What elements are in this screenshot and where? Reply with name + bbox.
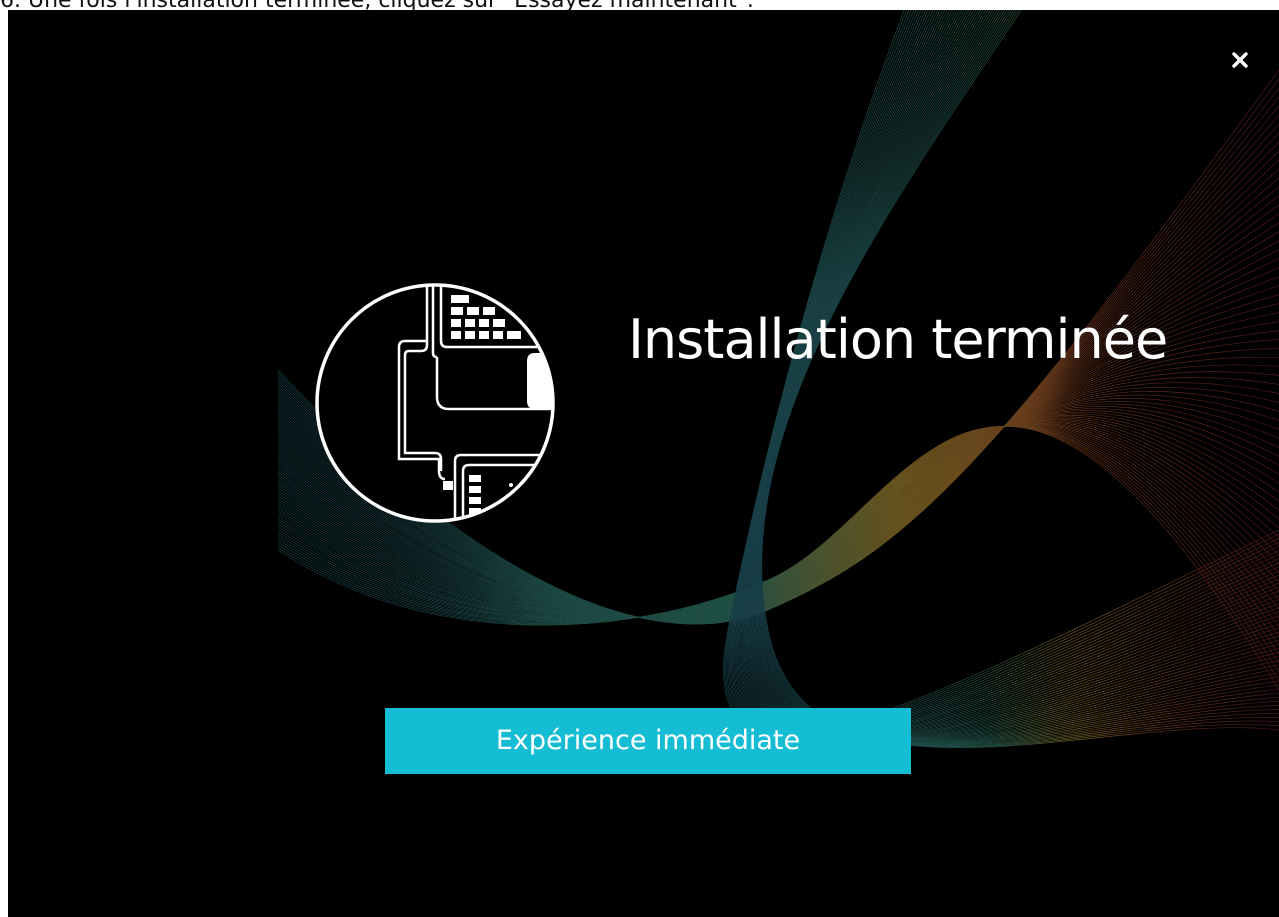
installer-window: Installation terminée Expérience immédia… [8,10,1279,917]
close-button[interactable] [1226,46,1254,74]
circuit-board-icon [315,283,555,523]
background-waves [277,10,1279,749]
experience-now-button[interactable]: Expérience immédiate [385,708,911,774]
installation-complete-title: Installation terminée [628,308,1168,371]
close-icon [1232,52,1248,68]
